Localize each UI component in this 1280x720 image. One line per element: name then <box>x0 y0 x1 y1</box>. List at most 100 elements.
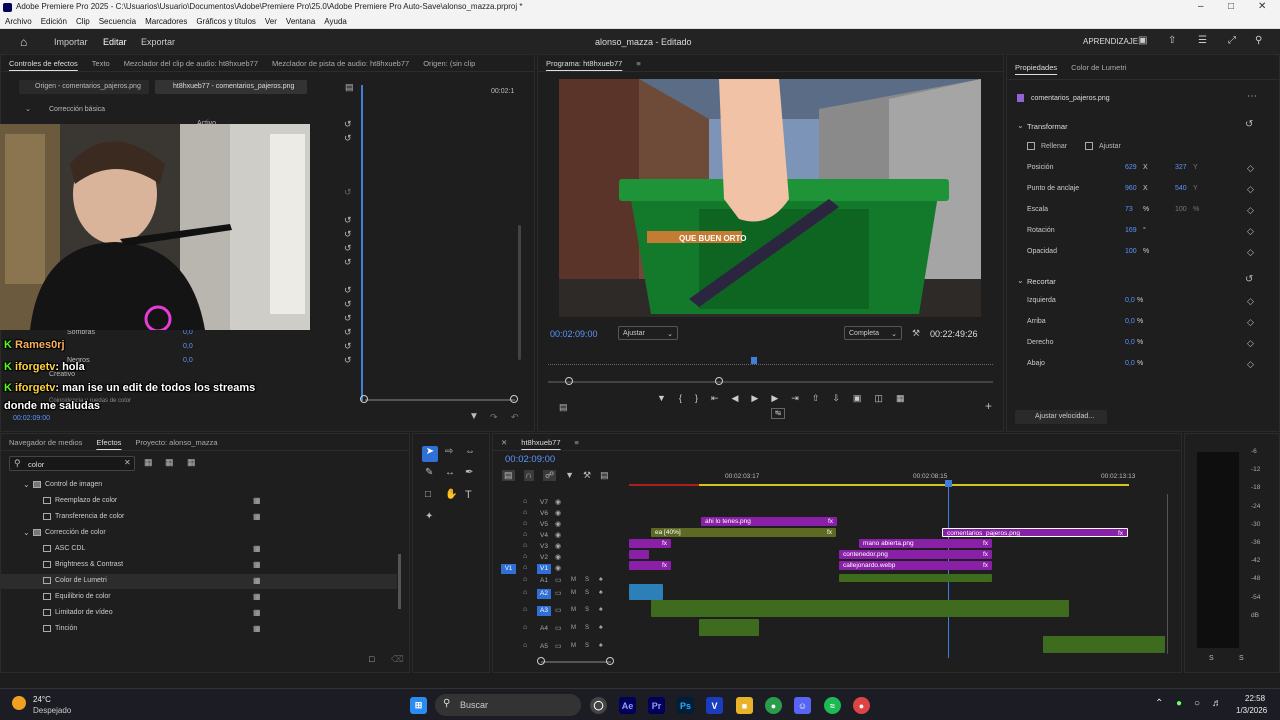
mute-button[interactable]: M <box>571 643 576 649</box>
track-name[interactable]: V7 <box>537 498 551 508</box>
photoshop-icon[interactable]: Ps <box>677 697 694 714</box>
clip-v3-small[interactable]: fx <box>629 539 671 548</box>
toggle-output-icon[interactable]: ◉ <box>555 498 561 506</box>
taskbar-search[interactable]: ⚲ Buscar <box>435 694 581 716</box>
panel-icon[interactable]: ▣ <box>1138 35 1147 46</box>
keyframe-diamond-icon[interactable]: ◇ <box>1247 247 1254 258</box>
wrench-icon[interactable]: ⚒ <box>912 328 920 339</box>
sequence-clip-tab[interactable]: ht8hxueb77 - comentarios_pajeros.png <box>155 80 307 94</box>
effect-item[interactable]: Transferencia de color ▦ <box>1 510 397 525</box>
lock-icon[interactable]: ⌂ <box>523 642 527 649</box>
keyframe-diamond-icon[interactable]: ◇ <box>1247 205 1254 216</box>
export-tab[interactable]: Exportar <box>141 37 175 47</box>
tab-properties[interactable]: Propiedades <box>1015 63 1057 72</box>
minimize-icon[interactable]: – <box>1198 1 1204 12</box>
yuv-filter-icon[interactable]: ▦ <box>187 457 196 468</box>
reset-icon[interactable]: ↺ <box>344 215 352 226</box>
timeline-playhead[interactable] <box>948 482 949 658</box>
microphone-icon[interactable]: ♠ <box>599 606 603 613</box>
export-frame-icon[interactable]: ↷ <box>490 412 498 423</box>
track-header[interactable]: V1 ⌂ V1 ◉ <box>501 564 629 575</box>
lock-icon[interactable]: ⌂ <box>523 509 527 516</box>
clock-date[interactable]: 1/3/2026 <box>1236 706 1267 715</box>
toggle-output-icon[interactable]: ◉ <box>555 553 561 561</box>
accelerated-filter-icon[interactable]: ▦ <box>144 457 153 468</box>
lock-icon[interactable]: ⌂ <box>523 553 527 560</box>
audio-clip-a2[interactable] <box>629 584 663 600</box>
shadows-value[interactable]: 0,0 <box>183 329 193 336</box>
property-value-2[interactable]: 540 <box>1175 185 1187 192</box>
chrome-icon[interactable]: ● <box>765 697 782 714</box>
source-clip-tab[interactable]: Origen - comentarios_pajeros.png <box>19 80 149 94</box>
mid-value[interactable]: 0,0 <box>183 343 193 350</box>
zoom-handle-right[interactable] <box>715 377 723 385</box>
premiere-icon[interactable]: Pr <box>648 697 665 714</box>
reset-icon[interactable]: ↺ <box>1245 274 1253 285</box>
sync-icon[interactable]: ▭ <box>555 642 562 650</box>
track-name[interactable]: V5 <box>537 520 551 530</box>
razor-tool-icon[interactable]: ✎ <box>425 467 433 478</box>
tab-effects[interactable]: Efectos <box>96 438 121 447</box>
vegas-icon[interactable]: V <box>706 697 723 714</box>
property-value-1[interactable]: 73 <box>1125 206 1133 213</box>
microphone-icon[interactable]: ♠ <box>599 642 603 649</box>
extract-icon[interactable]: ⇩ <box>832 393 840 404</box>
microphone-icon[interactable]: ● <box>1176 698 1182 709</box>
selection-tool-icon[interactable]: ➤ <box>422 446 438 462</box>
play-icon[interactable]: ▶ <box>751 393 758 404</box>
menu-ver[interactable]: Ver <box>265 17 277 26</box>
lock-icon[interactable]: ⌂ <box>523 589 527 596</box>
property-value-2[interactable]: 327 <box>1175 164 1187 171</box>
toggle-output-icon[interactable]: ◉ <box>555 509 561 517</box>
timeline-timecode[interactable]: 00:02:09:00 <box>505 454 555 465</box>
property-value-1[interactable]: 960 <box>1125 185 1137 192</box>
track-header[interactable]: ⌂ A3 ▭ M S ♠ <box>501 606 629 617</box>
marker-icon[interactable]: ▼ <box>657 393 666 404</box>
property-value-1[interactable]: 629 <box>1125 164 1137 171</box>
blacks-value[interactable]: 0,0 <box>183 357 193 364</box>
track-name[interactable]: A3 <box>537 606 551 616</box>
track-header[interactable]: ⌂ A1 ▭ M S ♠ <box>501 576 629 587</box>
vr-toggle-icon[interactable]: ↹ <box>771 408 785 419</box>
solo-button[interactable]: S <box>585 643 589 649</box>
clip-v1-small[interactable]: fx <box>629 561 671 570</box>
menu-graficos[interactable]: Gráficos y títulos <box>196 17 256 26</box>
clock-time[interactable]: 22:58 <box>1245 694 1265 703</box>
crop-value[interactable]: 0,0 <box>1125 339 1135 346</box>
mute-button[interactable]: M <box>571 577 576 583</box>
reset-icon[interactable]: ↺ <box>344 229 352 240</box>
fullscreen-icon[interactable]: ⤢ <box>1228 35 1236 46</box>
reset-icon[interactable]: ↺ <box>344 243 352 254</box>
basic-chevron-icon[interactable]: ⌄ <box>25 105 31 113</box>
sync-icon[interactable]: ▭ <box>555 606 562 614</box>
effect-folder[interactable]: ⌄ Corrección de color <box>1 526 397 541</box>
windows-start-icon[interactable]: ⊞ <box>410 697 427 714</box>
lock-icon[interactable]: ⌂ <box>523 576 527 583</box>
mark-in-icon[interactable]: { <box>679 393 682 404</box>
effect-item[interactable]: Color de Lumetri ▦ <box>1 574 397 589</box>
step-back-icon[interactable]: ◀ <box>732 393 739 404</box>
crop-value[interactable]: 0,0 <box>1125 297 1135 304</box>
track-name[interactable]: V1 <box>537 564 551 574</box>
lock-icon[interactable]: ⌂ <box>523 606 527 613</box>
microphone-icon[interactable]: ♠ <box>599 576 603 583</box>
solo-button[interactable]: S <box>585 625 589 631</box>
clip-comentarios-pajeros[interactable]: comentarios_pajeros.png fx <box>942 528 1128 537</box>
track-name[interactable]: A2 <box>537 589 551 599</box>
lock-icon[interactable]: ⌂ <box>523 624 527 631</box>
settings-icon[interactable]: ☰ <box>1198 35 1207 46</box>
ec-zoom-bar[interactable] <box>365 399 515 401</box>
track-name[interactable]: A4 <box>537 624 551 634</box>
new-folder-icon[interactable]: □ <box>369 654 374 664</box>
fill-icon[interactable] <box>1027 142 1035 150</box>
reset-icon[interactable]: ↺ <box>344 133 352 144</box>
effects-search-input[interactable]: ⚲ color ✕ <box>9 456 135 471</box>
after-effects-icon[interactable]: Ae <box>619 697 636 714</box>
chrome-profile-icon[interactable]: ● <box>853 697 870 714</box>
track-header[interactable]: ⌂ V2 ◉ <box>501 553 629 564</box>
crop-value[interactable]: 0,0 <box>1125 318 1135 325</box>
weather-temp[interactable]: 24°C <box>33 695 51 704</box>
effects-scrollbar[interactable] <box>398 554 401 609</box>
tab-clip-mixer[interactable]: Mezclador del clip de audio: ht8hxueb77 <box>124 59 258 68</box>
hand-tool-icon[interactable]: ✋ <box>445 489 457 500</box>
